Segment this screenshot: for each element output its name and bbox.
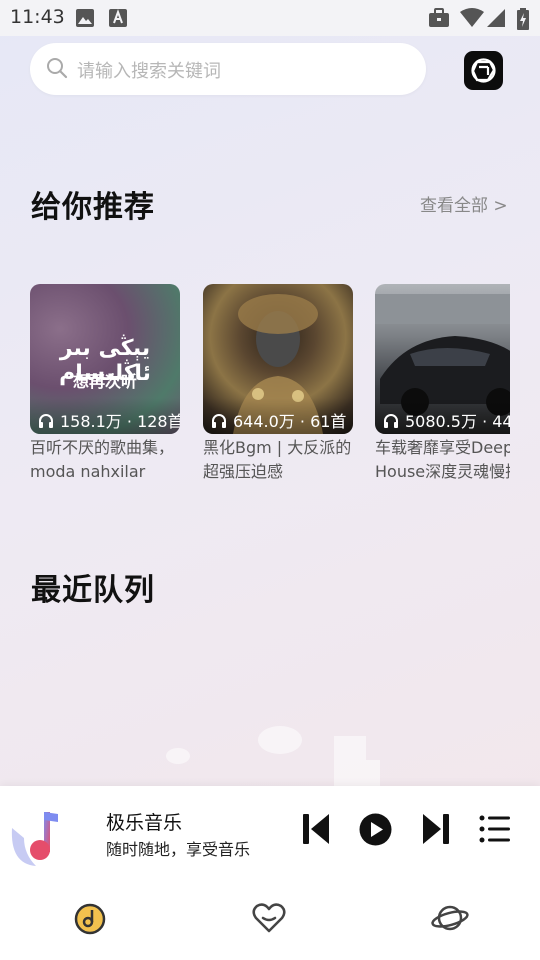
play-count: 158.1万 · 128首 [60,412,180,431]
play-info: 158.1万 · 128首 [30,398,180,434]
playlist-cover: 644.0万 · 61首 [203,284,353,434]
player-title: 极乐音乐 [106,812,183,834]
search-bar[interactable]: 请输入搜索关键词 [30,43,426,95]
image-icon [76,9,94,27]
play-count: 5080.5万 · 44首 [405,412,510,431]
see-all-link[interactable]: 查看全部 > [420,191,508,216]
briefcase-icon [429,8,449,27]
openai-logo-button[interactable] [464,51,503,90]
headphones-icon [384,414,398,428]
play-info: 644.0万 · 61首 [203,398,353,434]
playlist-title: 车载奢靡享受Deep House深度灵魂慢摇 [375,438,510,481]
cover-text-chinese: 想再次听 [72,372,137,391]
openai-logo-icon [471,58,496,83]
wifi-icon [460,8,484,27]
play-count: 644.0万 · 61首 [233,412,347,431]
playlist-title: 百听不厌的歌曲集，moda nahxilar [30,438,175,481]
next-track-icon[interactable] [422,812,450,846]
heart-icon[interactable] [249,898,289,938]
playlist-cover: يېڭى بىر ئاڭلىسام 想再次听 158.1万 · 128首 [30,284,180,434]
headphones-icon [212,414,226,428]
previous-track-icon[interactable] [302,812,330,846]
mini-player[interactable] [0,786,540,882]
recent-queue-title: 最近队列 [31,573,155,608]
music-note-logo-icon [11,812,58,866]
signal-icon [487,9,505,27]
search-placeholder: 请输入搜索关键词 [77,61,221,82]
player-subtitle: 随时随地，享受音乐 [106,840,251,859]
font-icon [109,9,127,27]
playlist-icon[interactable] [479,814,511,844]
battery-icon [517,8,529,30]
music-disc-icon[interactable] [70,898,110,938]
status-time: 11:43 [10,6,65,28]
recommend-title: 给你推荐 [31,190,155,225]
headphones-icon [39,414,53,428]
playlist-card[interactable]: 644.0万 · 61首 黑化Bgm | 大反派的超强压迫感 [203,284,353,484]
planet-icon[interactable] [430,898,470,938]
playlist-title: 黑化Bgm | 大反派的超强压迫感 [203,438,352,481]
search-icon [47,58,68,79]
status-bar: 11:43 [0,0,540,36]
playlist-card[interactable]: 5080.5万 · 44首 车载奢靡享受Deep House深度灵魂慢摇 [375,284,510,484]
play-info: 5080.5万 · 44首 [375,398,510,434]
playlist-card[interactable]: يېڭى بىر ئاڭلىسام 想再次听 158.1万 · 128首 百听不… [30,284,180,484]
playlist-cover: 5080.5万 · 44首 [375,284,510,434]
play-icon[interactable] [359,813,392,846]
playlist-carousel[interactable]: يېڭى بىر ئاڭلىسام 想再次听 158.1万 · 128首 百听不… [0,284,510,484]
